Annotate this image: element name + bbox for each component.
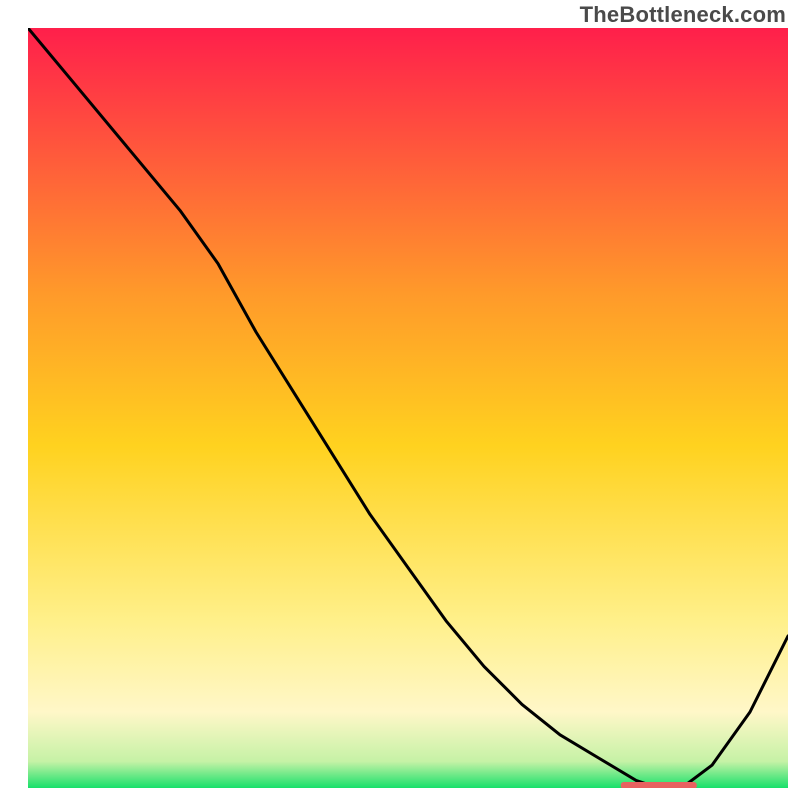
gradient-rect — [28, 28, 788, 788]
plot-area — [28, 28, 788, 788]
watermark-text: TheBottleneck.com — [580, 2, 786, 28]
optimal-marker — [621, 782, 697, 788]
chart-container: TheBottleneck.com — [0, 0, 800, 800]
plot-svg — [28, 28, 788, 788]
